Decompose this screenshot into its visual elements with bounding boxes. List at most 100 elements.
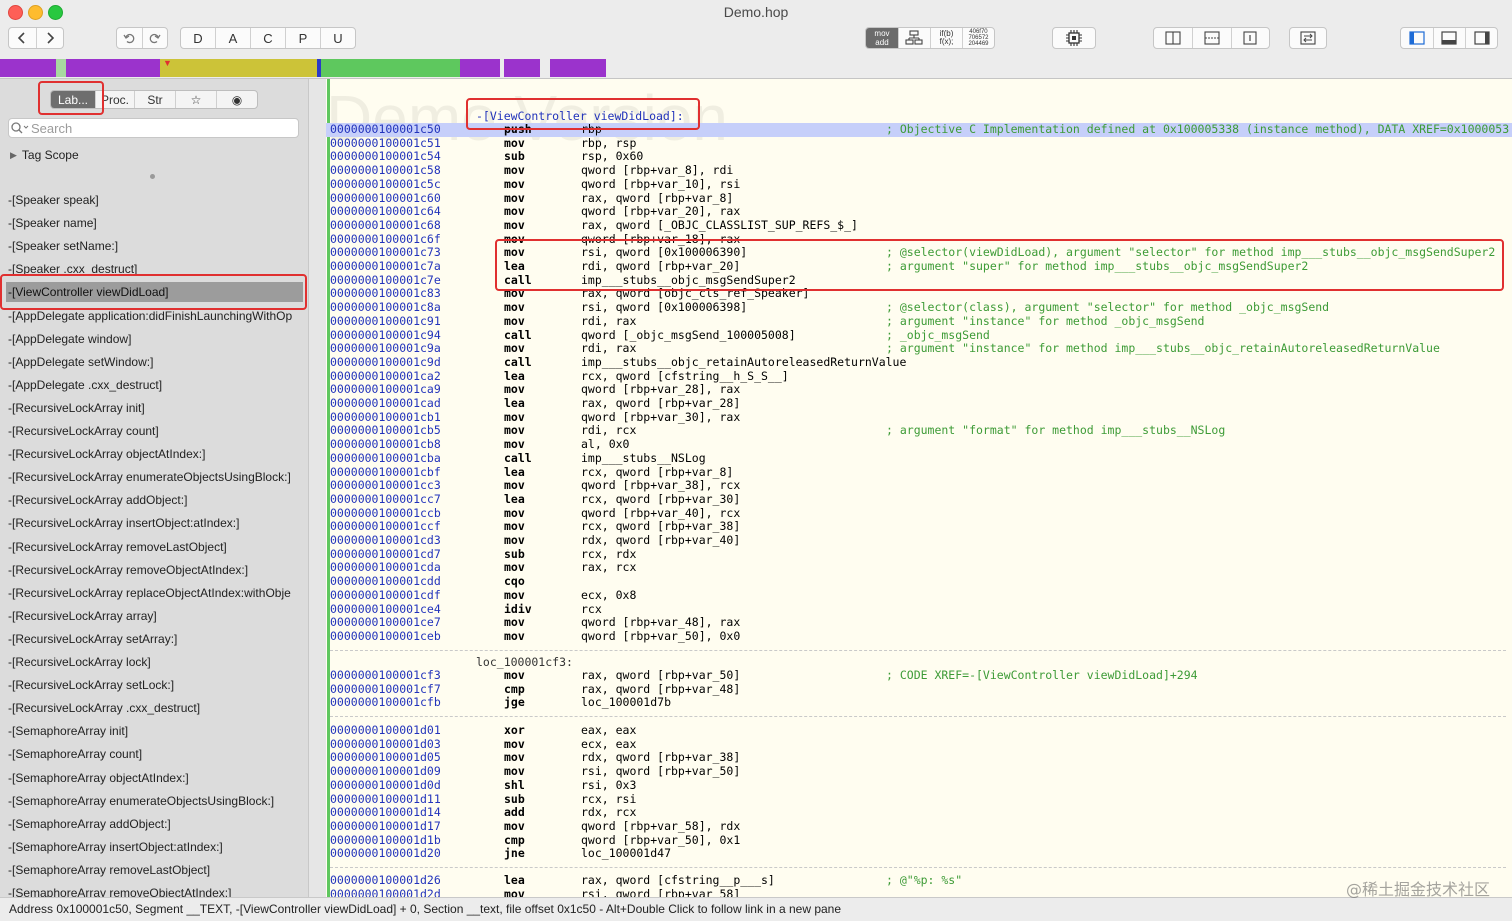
instruction-row[interactable]: 0000000100001ca2 lea rcx, qword [cfstring_… (326, 369, 1512, 384)
instruction-row[interactable]: 0000000100001c94 call qword [_objc_msgSend… (326, 328, 1512, 343)
instruction-row[interactable]: 0000000100001c64 mov qword [rbp+var_20], r… (326, 204, 1512, 219)
procedure-item[interactable]: -[AppDelegate .cxx_destruct] (8, 375, 304, 395)
code-label[interactable]: -[ViewController viewDidLoad]: (476, 109, 684, 123)
instruction-row[interactable]: 0000000100001cfb jge loc_100001d7b (326, 696, 1512, 710)
instruction-row[interactable]: 0000000100001c83 mov rax, qword [objc_cls_… (326, 287, 1512, 301)
procedure-item[interactable]: -[SemaphoreArray addObject:] (8, 814, 304, 834)
tab-bookmarks[interactable]: ☆ (176, 91, 217, 108)
type-undefined-button[interactable]: U (321, 28, 355, 48)
undo-button[interactable] (117, 28, 143, 48)
sidebar-scrollbar[interactable] (308, 79, 326, 897)
tag-scope-row[interactable]: ▶ Tag Scope (10, 148, 79, 162)
instruction-row[interactable]: 0000000100001cbf lea rcx, qword [rbp+var_8… (326, 465, 1512, 480)
instruction-row[interactable]: 0000000100001cdf mov ecx, 0x8 (326, 588, 1512, 603)
split-horizontal-button[interactable] (1193, 28, 1232, 48)
type-ascii-button[interactable]: A (216, 28, 251, 48)
procedure-item[interactable]: -[RecursiveLockArray setLock:] (8, 675, 304, 695)
nav-segment[interactable] (66, 59, 160, 77)
procedure-item[interactable]: -[Speaker .cxx_destruct] (8, 259, 304, 279)
procedure-item[interactable]: -[SemaphoreArray objectAtIndex:] (8, 768, 304, 788)
instruction-row[interactable]: 0000000100001d20 jne loc_100001d47 (326, 847, 1512, 861)
procedure-item[interactable]: -[AppDelegate application:didFinishLaunc… (8, 306, 304, 326)
procedure-item[interactable]: -[Speaker speak] (8, 190, 304, 210)
procedure-item[interactable]: -[RecursiveLockArray objectAtIndex:] (8, 444, 304, 464)
instruction-row[interactable]: 0000000100001c7a lea rdi, qword [rbp+var_2… (326, 259, 1512, 274)
instruction-row[interactable]: 0000000100001ce4 idiv rcx (326, 602, 1512, 617)
forward-button[interactable] (37, 28, 63, 48)
instruction-row[interactable]: 0000000100001c54 sub rsp, 0x60 (326, 150, 1512, 164)
type-code-button[interactable]: C (251, 28, 286, 48)
instruction-row[interactable]: 0000000100001cb5 mov rdi, rcx ; argument "f… (326, 424, 1512, 438)
tab-strings[interactable]: Str (135, 91, 176, 108)
instruction-row[interactable]: 0000000100001d2d mov rsi, qword [rbp+var_5… (326, 887, 1512, 897)
instruction-row[interactable]: 0000000100001cb8 mov al, 0x0 (326, 437, 1512, 452)
procedure-item[interactable]: -[Speaker setName:] (8, 236, 304, 256)
nav-segment[interactable] (550, 59, 606, 77)
tab-tags[interactable]: ◉ (217, 91, 257, 108)
procedure-item[interactable]: -[RecursiveLockArray addObject:] (8, 490, 304, 510)
instruction-row[interactable]: 0000000100001d01 xor eax, eax (326, 723, 1512, 738)
instruction-row[interactable]: 0000000100001c51 mov rbp, rsp (326, 136, 1512, 151)
instruction-row[interactable]: 0000000100001d26 lea rax, qword [cfstring_… (326, 873, 1512, 888)
instruction-row[interactable]: 0000000100001d1b cmp qword [rbp+var_50], 0… (326, 833, 1512, 848)
sidebar-search-field[interactable]: Search (8, 118, 299, 138)
procedure-item[interactable]: -[RecursiveLockArray insertObject:atInde… (8, 513, 304, 533)
instruction-row[interactable]: 0000000100001cf3 mov rax, qword [rbp+var_5… (326, 668, 1512, 683)
procedure-item[interactable]: -[SemaphoreArray insertObject:atIndex:] (8, 837, 304, 857)
instruction-row[interactable]: 0000000100001c50 push rbp ; Objective C Imp… (326, 122, 1512, 137)
single-pane-button[interactable] (1232, 28, 1269, 48)
assembly-mode-button[interactable]: mov add (866, 28, 899, 48)
instruction-row[interactable]: 0000000100001cdd cqo (326, 574, 1512, 589)
instruction-row[interactable]: 0000000100001ccf mov rcx, qword [rbp+var_3… (326, 520, 1512, 534)
nav-segment[interactable] (460, 59, 500, 77)
instruction-row[interactable]: 0000000100001cad lea rax, qword [rbp+var_2… (326, 396, 1512, 411)
instruction-row[interactable]: 0000000100001ca9 mov qword [rbp+var_28], r… (326, 383, 1512, 397)
type-procedure-button[interactable]: P (286, 28, 321, 48)
procedure-item[interactable]: -[SemaphoreArray enumerateObjectsUsingBl… (8, 791, 304, 811)
instruction-row[interactable]: 0000000100001cba call imp___stubs__NSLog (326, 451, 1512, 466)
instruction-row[interactable]: 0000000100001c58 mov qword [rbp+var_8], rd… (326, 163, 1512, 178)
instruction-row[interactable]: 0000000100001d05 mov rdx, qword [rbp+var_3… (326, 751, 1512, 765)
instruction-row[interactable]: 0000000100001d17 mov qword [rbp+var_58], r… (326, 819, 1512, 834)
procedure-item[interactable]: -[RecursiveLockArray removeObjectAtIndex… (8, 560, 304, 580)
procedure-item[interactable]: -[SemaphoreArray removeLastObject] (8, 860, 304, 880)
code-label[interactable]: loc_100001cf3: (476, 655, 573, 669)
nav-segment[interactable] (504, 59, 540, 77)
instruction-row[interactable]: 0000000100001cc7 lea rcx, qword [rbp+var_3… (326, 492, 1512, 507)
instruction-row[interactable]: 0000000100001c91 mov rdi, rax ; argument "i… (326, 314, 1512, 329)
procedure-item[interactable]: -[Speaker name] (8, 213, 304, 233)
redo-button[interactable] (143, 28, 167, 48)
pseudocode-mode-button[interactable]: if(b) f(x); (931, 28, 963, 48)
procedure-item[interactable]: -[ViewController viewDidLoad] (6, 282, 303, 303)
procedure-item[interactable]: -[AppDelegate setWindow:] (8, 352, 304, 372)
nav-segment[interactable] (321, 59, 460, 77)
cfg-mode-button[interactable] (899, 28, 931, 48)
back-button[interactable] (9, 28, 37, 48)
nav-segment[interactable] (0, 59, 56, 77)
procedure-item[interactable]: -[RecursiveLockArray init] (8, 398, 304, 418)
instruction-row[interactable]: 0000000100001c6f mov qword [rbp+var_18], r… (326, 232, 1512, 247)
toggle-left-sidebar-button[interactable] (1401, 28, 1434, 48)
procedure-item[interactable]: -[SemaphoreArray init] (8, 721, 304, 741)
cpu-button[interactable] (1052, 27, 1096, 49)
procedure-item[interactable]: -[RecursiveLockArray setArray:] (8, 629, 304, 649)
instruction-row[interactable]: 0000000100001c68 mov rax, qword [_OBJC_CLA… (326, 218, 1512, 233)
instruction-row[interactable]: 0000000100001c60 mov rax, qword [rbp+var_8… (326, 191, 1512, 206)
instruction-row[interactable]: 0000000100001d09 mov rsi, qword [rbp+var_5… (326, 764, 1512, 779)
instruction-row[interactable]: 0000000100001c5c mov qword [rbp+var_10], r… (326, 177, 1512, 192)
instruction-row[interactable]: 0000000100001d0d shl rsi, 0x3 (326, 778, 1512, 793)
instruction-row[interactable]: 0000000100001c9d call imp___stubs__objc_re… (326, 355, 1512, 370)
instruction-row[interactable]: 0000000100001cd3 mov rdx, qword [rbp+var_4… (326, 533, 1512, 548)
instruction-row[interactable]: 0000000100001c9a mov rdi, rax ; argument "i… (326, 341, 1512, 356)
instruction-row[interactable]: 0000000100001ceb mov qword [rbp+var_50], 0… (326, 629, 1512, 644)
split-vertical-button[interactable] (1154, 28, 1194, 48)
instruction-row[interactable]: 0000000100001cd7 sub rcx, rdx (326, 547, 1512, 562)
hex-mode-button[interactable]: 406f70 706572 204469 (963, 28, 994, 48)
procedure-item[interactable]: -[RecursiveLockArray removeLastObject] (8, 537, 304, 557)
type-data-button[interactable]: D (181, 28, 216, 48)
nav-segment[interactable] (160, 59, 317, 77)
instruction-row[interactable]: 0000000100001d11 sub rcx, rsi (326, 792, 1512, 807)
instruction-row[interactable]: 0000000100001cda mov rax, rcx (326, 561, 1512, 575)
instruction-row[interactable]: 0000000100001d14 add rdx, rcx (326, 805, 1512, 820)
navigation-stack-button[interactable] (1289, 27, 1327, 49)
